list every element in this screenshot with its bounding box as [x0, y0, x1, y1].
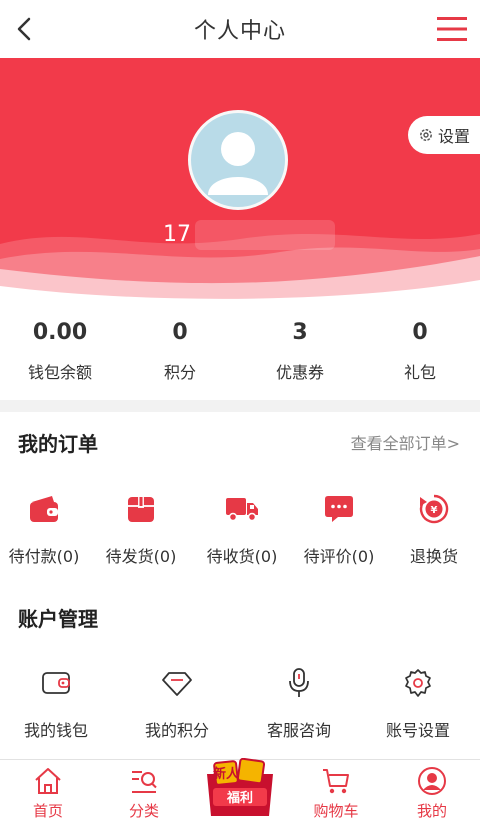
promo-line2: 福利: [226, 790, 253, 806]
account-item-label: 我的钱包: [23, 721, 88, 740]
tab-label: 首页: [32, 802, 63, 820]
username: 17: [163, 222, 191, 247]
stat-label: 积分: [163, 363, 196, 382]
masked-username: [195, 220, 335, 250]
svg-text:¥: ¥: [431, 505, 438, 516]
gear-icon: [405, 669, 431, 697]
order-pending-review[interactable]: 待评价(0): [290, 487, 388, 567]
truck-icon: [226, 498, 258, 522]
order-status-row: 待付款(0) 待发货(0) 待收货(0) 待评价(0) ¥ 退换货: [0, 487, 480, 567]
tab-cart[interactable]: 购物车: [288, 760, 384, 826]
page-title: 个人中心: [193, 19, 286, 44]
account-my-points[interactable]: 我的积分: [112, 661, 242, 741]
section-divider: [0, 400, 480, 412]
stat-value: 0: [412, 320, 428, 345]
profile-banner: 设置 17: [0, 58, 480, 304]
tab-home[interactable]: 首页: [0, 760, 96, 826]
order-status-label: 待评价(0): [303, 547, 375, 566]
default-user-icon: [208, 132, 268, 195]
order-status-label: 退换货: [409, 547, 458, 566]
app-header: 个人中心: [0, 0, 480, 58]
promo-line1: 新人: [213, 766, 240, 782]
refund-icon: ¥: [419, 494, 449, 524]
wallet-icon: [30, 496, 58, 522]
tab-label: 购物车: [313, 802, 359, 820]
settings-label: 设置: [437, 127, 470, 146]
account-my-wallet[interactable]: 我的钱包: [0, 661, 112, 741]
tab-mine[interactable]: 我的: [384, 760, 480, 826]
gear-icon: [420, 129, 432, 141]
user-icon: [418, 767, 446, 795]
microphone-icon: [289, 668, 309, 697]
stat-label: 优惠券: [275, 363, 324, 382]
order-pending-receipt[interactable]: 待收货(0): [194, 487, 290, 567]
avatar[interactable]: [188, 110, 288, 210]
home-icon: [35, 768, 61, 794]
order-status-label: 待发货(0): [105, 547, 177, 566]
stat-label: 钱包余额: [27, 363, 92, 382]
view-all-orders-link[interactable]: 查看全部订单>: [351, 430, 460, 454]
stat-label: 礼包: [403, 363, 436, 382]
bottom-tab-bar: 首页 分类 新人 福利 购物车 我的: [0, 758, 480, 826]
order-return-exchange[interactable]: ¥ 退换货: [388, 487, 480, 567]
newcomer-promo-icon: 新人 福利: [207, 758, 273, 816]
menu-icon[interactable]: [436, 15, 468, 43]
account-item-label: 账号设置: [385, 721, 450, 740]
category-search-icon: [132, 771, 157, 793]
account-settings[interactable]: 账号设置: [356, 661, 480, 741]
tab-label: 分类: [128, 802, 159, 820]
stat-value: 0: [172, 320, 188, 345]
account-item-label: 我的积分: [144, 721, 209, 740]
comment-icon: [325, 496, 353, 522]
account-title: 账户管理: [18, 607, 98, 631]
orders-title: 我的订单: [18, 432, 98, 456]
stat-value: 3: [292, 320, 308, 345]
cart-icon: [323, 769, 349, 794]
account-customer-service[interactable]: 客服咨询: [242, 661, 356, 741]
package-icon: [128, 497, 154, 522]
tab-category[interactable]: 分类: [96, 760, 192, 826]
order-status-label: 待付款(0): [8, 547, 80, 566]
settings-button[interactable]: 设置: [408, 116, 480, 154]
wallet-outline-icon: [42, 672, 70, 694]
back-arrow-icon[interactable]: [10, 14, 40, 44]
tab-label: 我的: [416, 802, 447, 820]
account-item-label: 客服咨询: [266, 721, 331, 740]
stat-gift-packs[interactable]: 0 礼包: [360, 304, 480, 400]
stats-bar: 0.00 钱包余额 0 积分 3 优惠券 0 礼包: [0, 304, 480, 400]
stat-wallet-balance[interactable]: 0.00 钱包余额: [0, 304, 120, 400]
stat-points[interactable]: 0 积分: [120, 304, 240, 400]
order-status-label: 待收货(0): [206, 547, 278, 566]
order-pending-shipment[interactable]: 待发货(0): [88, 487, 194, 567]
tab-newcomer-promo[interactable]: 新人 福利: [192, 758, 288, 826]
stat-coupons[interactable]: 3 优惠券: [240, 304, 360, 400]
order-pending-payment[interactable]: 待付款(0): [0, 487, 88, 567]
account-row: 我的钱包 我的积分 客服咨询 账号设置: [0, 661, 480, 741]
diamond-icon: [162, 672, 192, 696]
stat-value: 0.00: [32, 320, 88, 345]
